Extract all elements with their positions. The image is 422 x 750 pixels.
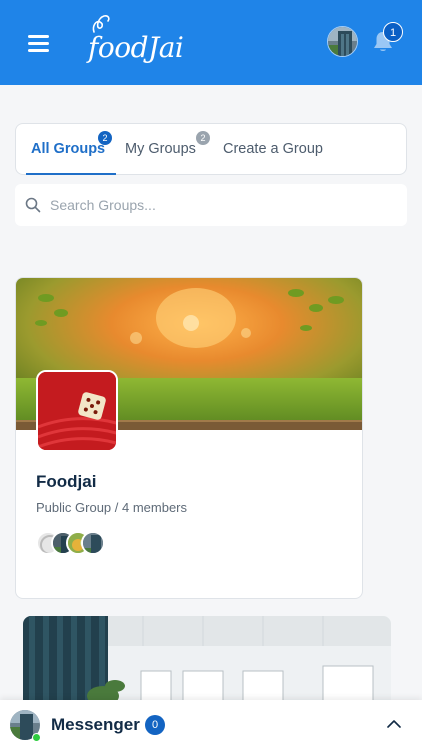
search-bar <box>15 184 407 226</box>
tab-create-group[interactable]: Create a Group <box>223 141 323 157</box>
group-meta: Public Group / 4 members <box>36 500 188 515</box>
logo-text: foodJai <box>88 31 184 64</box>
tab-all-groups-badge: 2 <box>98 131 112 145</box>
active-tab-indicator <box>26 173 116 175</box>
tab-my-groups-badge: 2 <box>196 131 210 145</box>
notification-badge: 1 <box>383 22 403 42</box>
group-name[interactable]: Foodjai <box>36 472 96 492</box>
member-avatar[interactable] <box>81 531 105 555</box>
app-logo[interactable]: foodJai <box>88 14 188 70</box>
messenger-bar[interactable]: Messenger 0 <box>0 700 422 750</box>
online-status-indicator <box>32 733 41 742</box>
top-bar: foodJai 1 <box>0 0 422 85</box>
menu-icon[interactable] <box>28 35 49 52</box>
chevron-up-icon[interactable] <box>387 719 401 729</box>
search-input[interactable] <box>50 192 390 218</box>
messenger-count-badge: 0 <box>145 715 165 735</box>
user-avatar[interactable] <box>327 26 358 57</box>
group-card[interactable]: Foodjai Public Group / 4 members <box>15 277 363 599</box>
group-avatar[interactable] <box>36 370 118 452</box>
tab-my-groups[interactable]: My Groups <box>125 141 196 157</box>
tab-all-groups[interactable]: All Groups <box>31 141 105 157</box>
group-tabs: All Groups 2 My Groups 2 Create a Group <box>15 123 407 175</box>
messenger-label: Messenger <box>51 715 140 734</box>
search-icon <box>25 197 41 213</box>
